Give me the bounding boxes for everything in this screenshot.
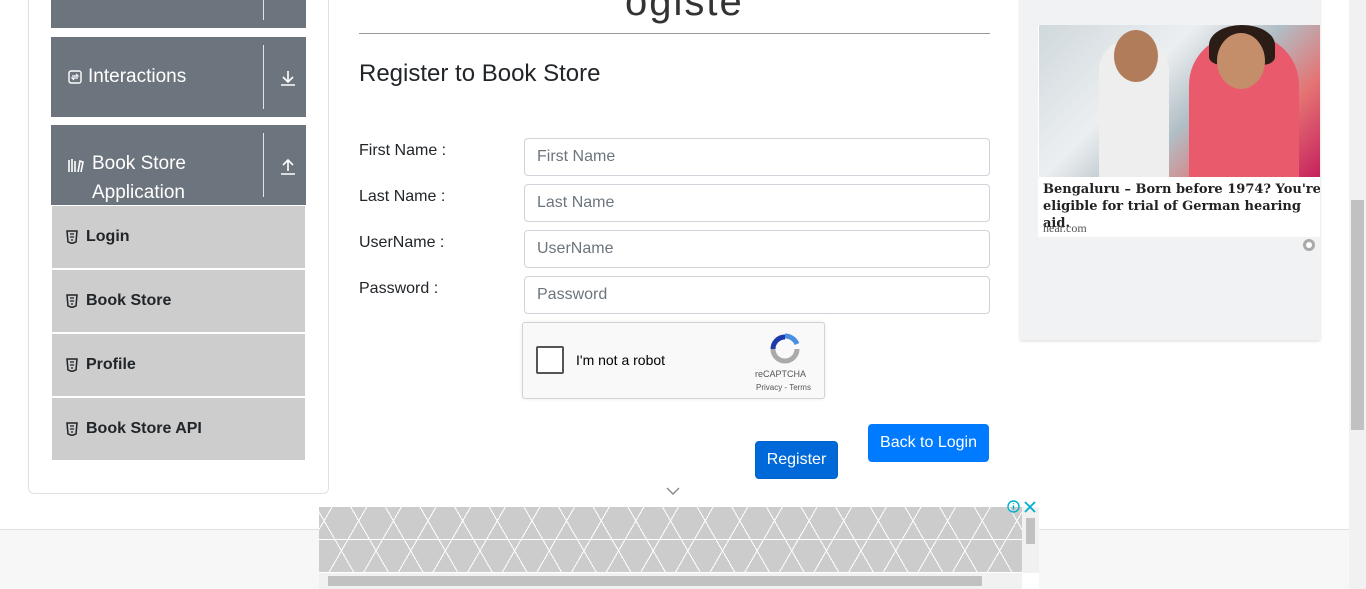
recaptcha-terms[interactable]: Privacy - Terms (756, 383, 811, 392)
divider (359, 33, 990, 34)
sidebar-item-label: Login (86, 228, 130, 245)
username-input[interactable] (524, 230, 990, 268)
ad-card[interactable]: Bengaluru – Born before 1974? You're eli… (1038, 25, 1320, 237)
recaptcha-label: I'm not a robot (576, 352, 666, 368)
sidebar-item-login[interactable]: Login (52, 206, 305, 268)
sidebar: Interactions Book Store Application Logi… (28, 0, 329, 494)
page-scroll-thumb[interactable] (1351, 200, 1364, 430)
last-name-label: Last Name : (359, 188, 446, 205)
ad-pattern (319, 507, 1022, 573)
last-name-input[interactable] (524, 184, 990, 222)
first-name-input[interactable] (524, 138, 990, 176)
back-to-login-button[interactable]: Back to Login (868, 424, 989, 462)
info-icon[interactable] (1007, 500, 1020, 513)
group-divider (263, 45, 264, 109)
sidebar-group-interactions[interactable]: Interactions (51, 37, 306, 117)
ad-vertical-scroll-thumb[interactable] (1026, 518, 1035, 544)
form-title: Register to Book Store (359, 60, 601, 87)
upload-arrow-icon[interactable] (279, 158, 297, 176)
sidebar-item-label: Book Store (86, 292, 172, 309)
sidebar-item-label: Profile (86, 356, 136, 373)
chevron-down-icon[interactable] (666, 486, 680, 496)
group-divider (263, 133, 264, 197)
sidebar-item-book-store-api[interactable]: Book Store API (52, 398, 305, 460)
side-ad[interactable]: Bengaluru – Born before 1974? You're eli… (1020, 0, 1320, 340)
recaptcha-brand: reCAPTCHA (755, 369, 807, 379)
recaptcha-logo-icon (770, 333, 800, 364)
sidebar-item-profile[interactable]: Profile (52, 334, 305, 396)
interactions-icon (68, 70, 82, 84)
sidebar-group-book-store-application[interactable]: Book Store Application (51, 125, 306, 205)
html5-icon (66, 422, 78, 436)
ad-domain: hear.com (1043, 221, 1087, 235)
books-icon (68, 159, 84, 173)
password-label: Password : (359, 280, 439, 297)
download-arrow-icon[interactable] (279, 69, 297, 87)
ad-info-icon[interactable] (1302, 238, 1316, 252)
first-name-label: First Name : (359, 142, 447, 159)
password-input[interactable] (524, 276, 990, 314)
group-divider (263, 0, 264, 20)
html5-icon (66, 230, 78, 244)
username-label: UserName : (359, 234, 445, 251)
ad-horizontal-scroll-thumb[interactable] (328, 576, 982, 586)
bottom-ad-choices[interactable] (1007, 500, 1036, 513)
html5-icon (66, 358, 78, 372)
recaptcha-checkbox[interactable] (536, 346, 564, 374)
register-button[interactable]: Register (755, 441, 838, 479)
sidebar-item-label: Book Store API (86, 420, 202, 437)
sidebar-group-previous[interactable] (51, 0, 306, 28)
page-title: ogiste (625, 0, 744, 24)
sidebar-group-label: Interactions (88, 66, 187, 87)
html5-icon (66, 294, 78, 308)
sidebar-group-label: Book Store Application (92, 153, 186, 203)
ad-choices[interactable] (1302, 238, 1320, 252)
ad-image (1039, 25, 1320, 177)
sidebar-item-book-store[interactable]: Book Store (52, 270, 305, 332)
page: Interactions Book Store Application Logi… (0, 0, 1366, 589)
recaptcha-widget: I'm not a robot reCAPTCHA Privacy - Term… (522, 322, 825, 399)
close-icon[interactable] (1024, 500, 1036, 513)
bottom-ad[interactable] (319, 500, 1039, 589)
